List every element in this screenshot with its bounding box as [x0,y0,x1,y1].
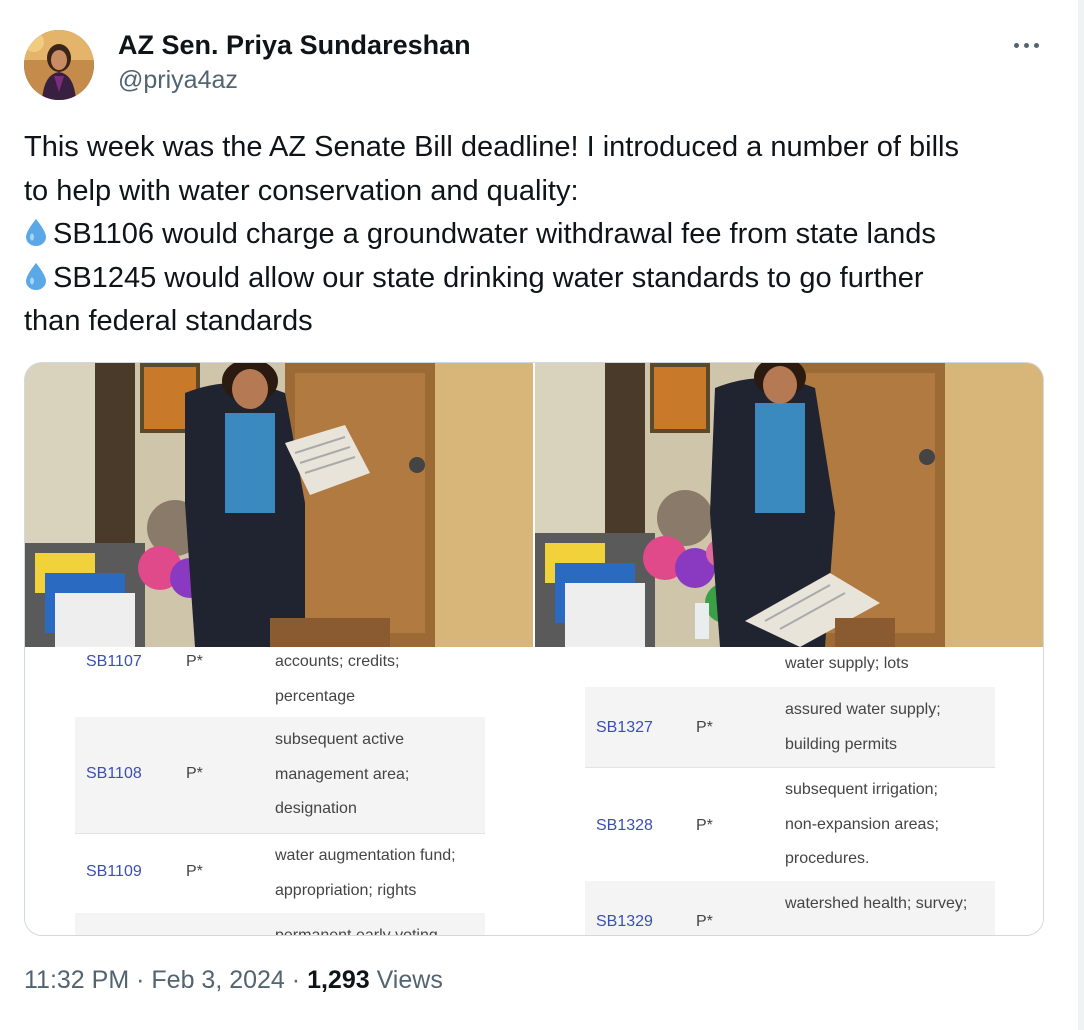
avatar[interactable] [24,30,94,100]
bill-row: water supply; lots [585,647,995,688]
bill-row: SB1328 P* subsequent irrigation; non-exp… [585,767,995,882]
bill-description: subsequent active management area; desig… [275,731,410,817]
bill-description: water supply; lots [785,655,909,672]
bill-list-document-left: SB1107 P* accounts; credits; percentage … [25,647,533,935]
more-options-icon[interactable] [1012,40,1042,52]
separator: · [136,966,145,994]
bill-list-document-right: water supply; lots SB1327 P* assured wat… [535,647,1043,935]
bill-flag: P* [696,913,713,930]
bill-flag: P* [186,653,203,670]
bill-number: SB1107 [86,653,142,670]
photo-senator-with-bill-binder [535,363,1043,647]
bill-row: SB1329 P* watershed health; survey; [585,881,995,935]
bill-number: SB1109 [86,863,142,880]
tweet-line: SB1106 would charge a groundwater withdr… [24,213,1064,257]
author-handle[interactable]: @priya4az [118,66,238,95]
tweet-metadata: 11:32 PM · Feb 3, 2024 · 1,293 Views [24,966,443,995]
bill-number: SB1327 [596,719,653,736]
bill-row: SB1109 P* water augmentation fund; appro… [75,833,485,914]
views-label: Views [376,966,443,994]
tweet-line: than federal standards [24,305,313,337]
separator: · [291,966,301,994]
droplet-icon [26,219,46,246]
tweet-line: This week was the AZ Senate Bill deadlin… [24,131,959,163]
tweet-line: to help with water conservation and qual… [24,174,579,207]
bill-description: assured water supply; building permits [785,701,941,753]
views-count: 1,293 [307,966,370,994]
bill-row: SB1327 P* assured water supply; building… [585,687,995,768]
bill-number: SB1108 [86,765,142,782]
bill-description: subsequent irrigation; non-expansion are… [785,781,939,867]
author-display-name[interactable]: AZ Sen. Priya Sundareshan [118,30,471,61]
bill-description: permanent early voting [275,919,438,935]
bill-description: accounts; credits; percentage [275,653,400,705]
bill-flag: P* [186,863,203,880]
tweet-line-text: SB1106 would charge a groundwater withdr… [53,218,936,250]
bill-row: permanent early voting [75,913,485,935]
bill-flag: P* [696,719,713,736]
tweet-time[interactable]: 11:32 PM [24,966,129,994]
bill-row: SB1108 P* subsequent active management a… [75,717,485,834]
photo-senator-holding-bills [25,363,533,647]
tweet-date[interactable]: Feb 3, 2024 [151,966,284,994]
right-edge-divider [1078,0,1084,1030]
bill-row: SB1107 P* accounts; credits; percentage [75,647,485,718]
bill-description: watershed health; survey; [785,895,968,912]
tweet-line: SB1245 would allow our state drinking wa… [24,257,1064,301]
avatar-image [24,30,94,100]
bill-number: SB1328 [596,817,653,834]
media-attachment[interactable]: SB1107 P* accounts; credits; percentage … [24,362,1044,936]
tweet-text: This week was the AZ Senate Bill deadlin… [24,126,1064,344]
media-image-left[interactable]: SB1107 P* accounts; credits; percentage … [25,363,533,935]
bill-flag: P* [696,817,713,834]
media-image-right[interactable]: water supply; lots SB1327 P* assured wat… [535,363,1043,935]
tweet-line-text: SB1245 would allow our state drinking wa… [53,261,924,294]
bill-flag: P* [186,765,203,782]
bill-description: water augmentation fund; appropriation; … [275,847,456,899]
bill-number: SB1329 [596,913,653,930]
droplet-icon [26,262,46,290]
